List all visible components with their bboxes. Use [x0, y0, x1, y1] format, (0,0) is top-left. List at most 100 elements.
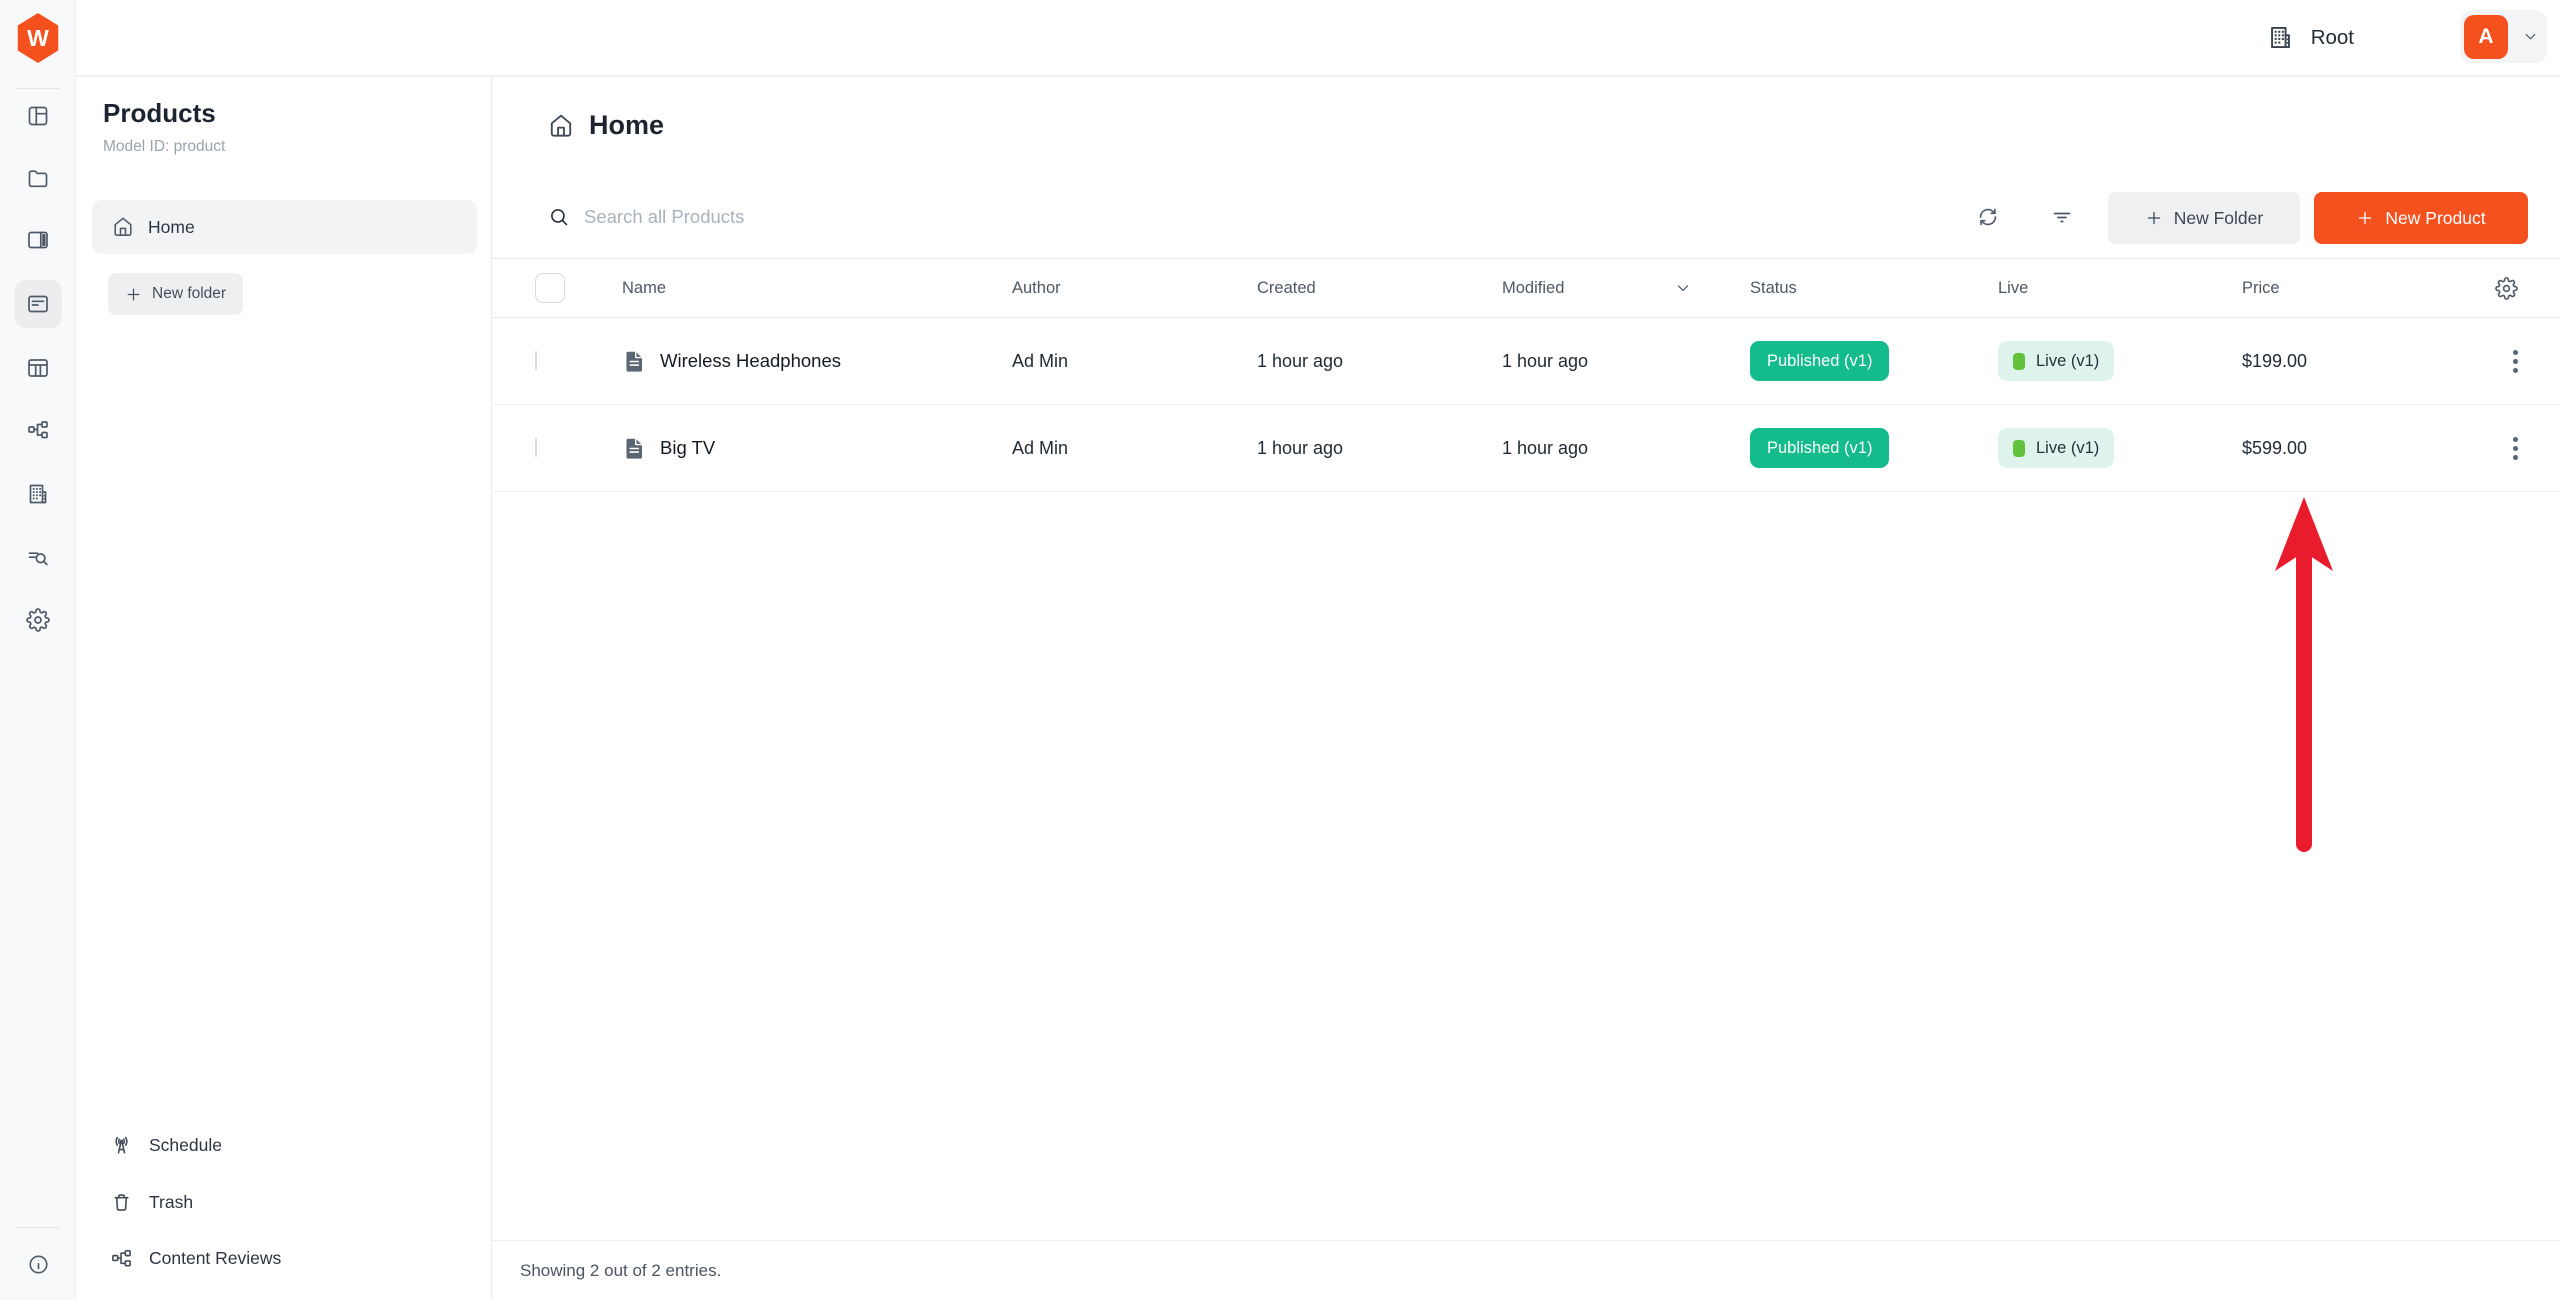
- column-header-live[interactable]: Live: [1998, 279, 2242, 298]
- status-badge: Published (v1): [1750, 428, 1889, 468]
- new-folder-tree-button[interactable]: New folder: [108, 273, 243, 315]
- page-title: Home: [589, 110, 664, 141]
- trash-label: Trash: [149, 1192, 193, 1213]
- table-settings-button[interactable]: [2477, 277, 2560, 300]
- breadcrumb: Home: [548, 110, 664, 141]
- live-badge-label: Live (v1): [2036, 352, 2099, 371]
- top-bar: Root A: [76, 0, 2560, 77]
- chevron-down-icon: [2522, 28, 2539, 45]
- live-dot: [2013, 353, 2025, 370]
- select-all-checkbox[interactable]: [535, 273, 565, 303]
- rail-item-1[interactable]: [14, 92, 62, 140]
- card-icon: [26, 228, 50, 252]
- rail-item-4-active[interactable]: [14, 280, 62, 328]
- row-checkbox[interactable]: [535, 351, 537, 370]
- rail-item-5[interactable]: [14, 344, 62, 392]
- table-footer: Showing 2 out of 2 entries.: [492, 1240, 2560, 1300]
- filter-button[interactable]: [2038, 193, 2086, 241]
- row-checkbox[interactable]: [535, 438, 537, 457]
- layout-icon: [26, 104, 50, 128]
- sidebar-item-trash[interactable]: Trash: [92, 1177, 477, 1227]
- new-folder-button[interactable]: New Folder: [2108, 192, 2300, 244]
- gear-icon: [2495, 277, 2518, 300]
- search-icon: [548, 206, 570, 228]
- sidebar-item-content-reviews[interactable]: Content Reviews: [92, 1233, 477, 1283]
- table-header: Name Author Created Modified Status Live…: [492, 258, 2560, 318]
- column-header-price[interactable]: Price: [2242, 279, 2477, 298]
- column-header-created[interactable]: Created: [1257, 279, 1502, 298]
- sidebar-item-home[interactable]: Home: [92, 200, 477, 254]
- new-folder-tree-label: New folder: [152, 285, 226, 303]
- live-badge: Live (v1): [1998, 428, 2114, 468]
- cell-created: 1 hour ago: [1257, 351, 1502, 372]
- sort-chevron[interactable]: [1674, 279, 1692, 297]
- row-menu-button[interactable]: [2513, 350, 2518, 373]
- toolbar: New Folder New Product: [492, 190, 2560, 244]
- folder-icon: [26, 166, 50, 190]
- cell-author: Ad Min: [1012, 351, 1257, 372]
- table-row[interactable]: Wireless Headphones Ad Min 1 hour ago 1 …: [492, 318, 2560, 405]
- refresh-button[interactable]: [1964, 193, 2012, 241]
- home-icon: [548, 113, 574, 139]
- new-product-button[interactable]: New Product: [2314, 192, 2528, 244]
- chevron-down-icon: [1674, 279, 1692, 297]
- rail-divider: [16, 88, 60, 89]
- model-id-label: Model ID: product: [103, 138, 225, 156]
- cell-name[interactable]: Big TV: [660, 437, 715, 459]
- rail-item-9[interactable]: [14, 596, 62, 644]
- cell-name[interactable]: Wireless Headphones: [660, 350, 841, 372]
- gear-icon: [26, 608, 50, 632]
- entries-summary: Showing 2 out of 2 entries.: [520, 1261, 721, 1281]
- tenant-selector[interactable]: Root: [2267, 0, 2354, 75]
- refresh-icon: [1976, 205, 2000, 229]
- content-reviews-label: Content Reviews: [149, 1248, 281, 1269]
- live-badge-label: Live (v1): [2036, 439, 2099, 458]
- cell-price: $599.00: [2242, 438, 2477, 459]
- new-folder-button-label: New Folder: [2174, 208, 2263, 229]
- trash-icon: [110, 1191, 133, 1214]
- info-icon: [27, 1253, 50, 1276]
- flow-icon: [26, 418, 50, 442]
- broadcast-icon: [110, 1134, 133, 1157]
- plus-icon: [2356, 209, 2374, 227]
- live-badge: Live (v1): [1998, 341, 2114, 381]
- rail-item-3[interactable]: [14, 216, 62, 264]
- table-row[interactable]: Big TV Ad Min 1 hour ago 1 hour ago Publ…: [492, 405, 2560, 492]
- rail-item-8[interactable]: [14, 533, 62, 581]
- search-box: [548, 190, 1124, 244]
- sidebar-item-schedule[interactable]: Schedule: [92, 1120, 477, 1170]
- column-header-modified-label: Modified: [1502, 279, 1564, 298]
- plus-icon: [125, 286, 142, 303]
- column-header-author[interactable]: Author: [1012, 279, 1257, 298]
- products-panel: Products Model ID: product Home New fold…: [76, 77, 492, 1300]
- tenant-label: Root: [2311, 26, 2354, 50]
- row-menu-button[interactable]: [2513, 437, 2518, 460]
- new-product-button-label: New Product: [2385, 208, 2485, 229]
- main-content: Home New Folder New Product Name Author …: [492, 77, 2560, 1300]
- search-list-icon: [26, 545, 50, 569]
- rail-item-7[interactable]: [14, 470, 62, 518]
- rail-item-6[interactable]: [14, 406, 62, 454]
- live-dot: [2013, 440, 2025, 457]
- cell-modified: 1 hour ago: [1502, 351, 1750, 372]
- building-icon: [2267, 24, 2294, 51]
- panel-title: Products: [103, 98, 216, 129]
- column-header-status[interactable]: Status: [1750, 279, 1998, 298]
- search-input[interactable]: [584, 197, 1124, 237]
- info-button[interactable]: [14, 1240, 62, 1288]
- cell-modified: 1 hour ago: [1502, 438, 1750, 459]
- building-icon: [26, 482, 50, 506]
- account-menu[interactable]: A: [2460, 10, 2547, 63]
- cell-created: 1 hour ago: [1257, 438, 1502, 459]
- column-header-modified[interactable]: Modified: [1502, 279, 1750, 298]
- column-header-name[interactable]: Name: [622, 279, 1012, 298]
- table-icon: [26, 356, 50, 380]
- file-text-icon: [622, 434, 647, 463]
- flow-icon: [110, 1247, 133, 1270]
- rail-item-2[interactable]: [14, 154, 62, 202]
- sidebar-item-label: Home: [148, 217, 195, 238]
- status-badge: Published (v1): [1750, 341, 1889, 381]
- app-logo[interactable]: W: [15, 13, 61, 63]
- article-icon: [26, 292, 50, 316]
- avatar: A: [2464, 15, 2508, 59]
